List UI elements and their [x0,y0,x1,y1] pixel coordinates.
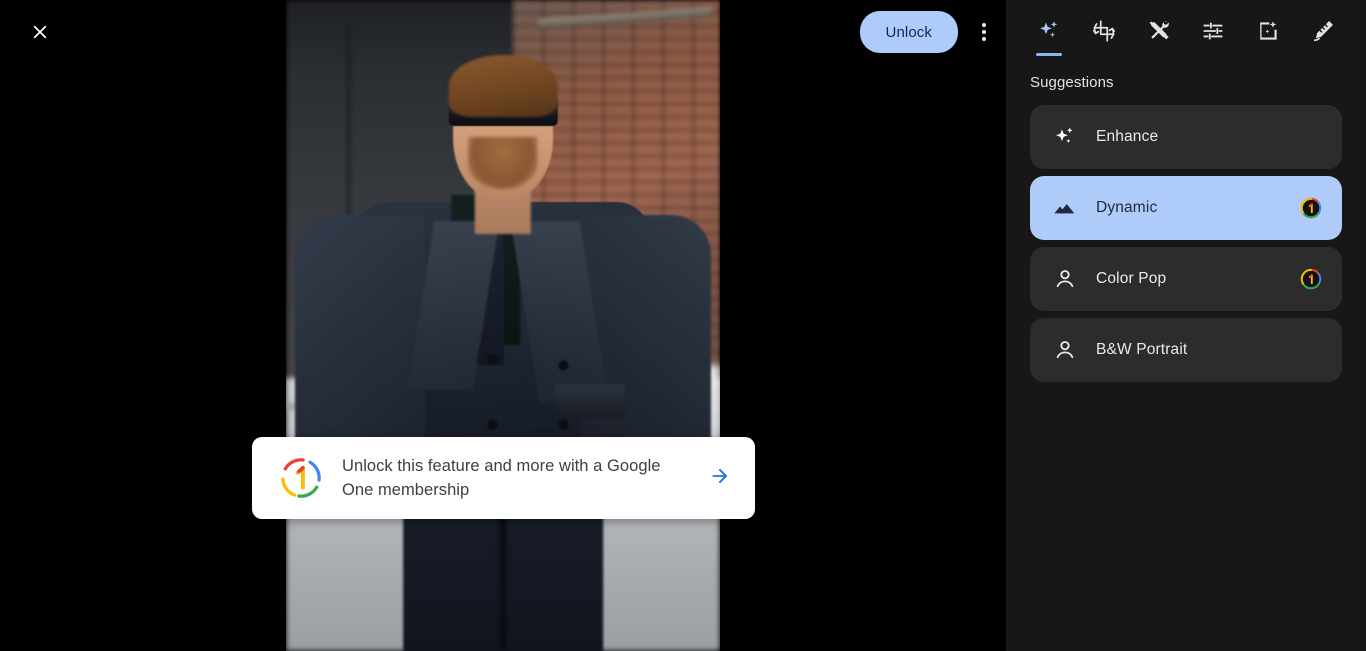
arrow-forward-icon [709,465,731,492]
photo-preview[interactable] [286,0,720,651]
toast-action-button[interactable] [703,461,737,495]
pen-markup-icon [1310,18,1336,49]
suggestion-card-color-pop[interactable]: Color Pop [1030,247,1342,311]
suggestion-card-dynamic[interactable]: Dynamic [1030,176,1342,240]
tab-adjust[interactable] [1191,10,1235,62]
tab-suggestions[interactable] [1027,10,1071,62]
edit-tools-panel: Suggestions Enhance Dynamic Color Pop B&… [1006,0,1366,651]
suggestions-section-title: Suggestions [1030,74,1114,91]
crop-rotate-icon [1091,18,1117,49]
portrait-icon [1052,266,1096,292]
sparkle-icon [1052,124,1096,150]
close-icon [29,21,51,43]
tab-tools[interactable] [1137,10,1181,62]
editor-canvas: Unlock Unlock this feature and more with… [0,0,1006,651]
active-tab-indicator [1036,53,1063,56]
suggestion-card-enhance[interactable]: Enhance [1030,105,1342,169]
google-one-badge [1300,268,1322,290]
unlock-button[interactable]: Unlock [859,11,958,53]
tools-hammer-wrench-icon [1146,18,1172,49]
photo-editor-window: Unlock Unlock this feature and more with… [0,0,1366,651]
suggestion-card-bw-portrait[interactable]: B&W Portrait [1030,318,1342,382]
suggestion-label: Enhance [1096,128,1159,145]
suggestion-label: Dynamic [1096,199,1158,216]
editor-toolbar [1006,0,1366,64]
suggestion-label: Color Pop [1096,270,1167,287]
editor-top-actions: Unlock [859,10,1006,54]
photo-image [286,0,720,651]
more-options-button[interactable] [962,10,1006,54]
tune-sliders-icon [1200,18,1226,49]
suggestions-list: Enhance Dynamic Color Pop B&W Portrait [1006,91,1366,382]
landscape-icon [1052,195,1096,221]
suggestion-label: B&W Portrait [1096,341,1188,358]
google-one-upsell-toast[interactable]: Unlock this feature and more with a Goog… [252,437,755,519]
tab-markup[interactable] [1301,10,1345,62]
google-one-badge [1300,197,1322,219]
google-one-logo [278,455,324,501]
auto-enhance-sparkle-icon [1036,18,1062,49]
toast-message: Unlock this feature and more with a Goog… [342,457,661,499]
more-vert-icon [982,23,986,41]
close-button[interactable] [20,12,60,52]
tab-filters[interactable] [1246,10,1290,62]
portrait-icon [1052,337,1096,363]
tab-crop[interactable] [1082,10,1126,62]
filter-sparkle-icon [1255,18,1281,49]
